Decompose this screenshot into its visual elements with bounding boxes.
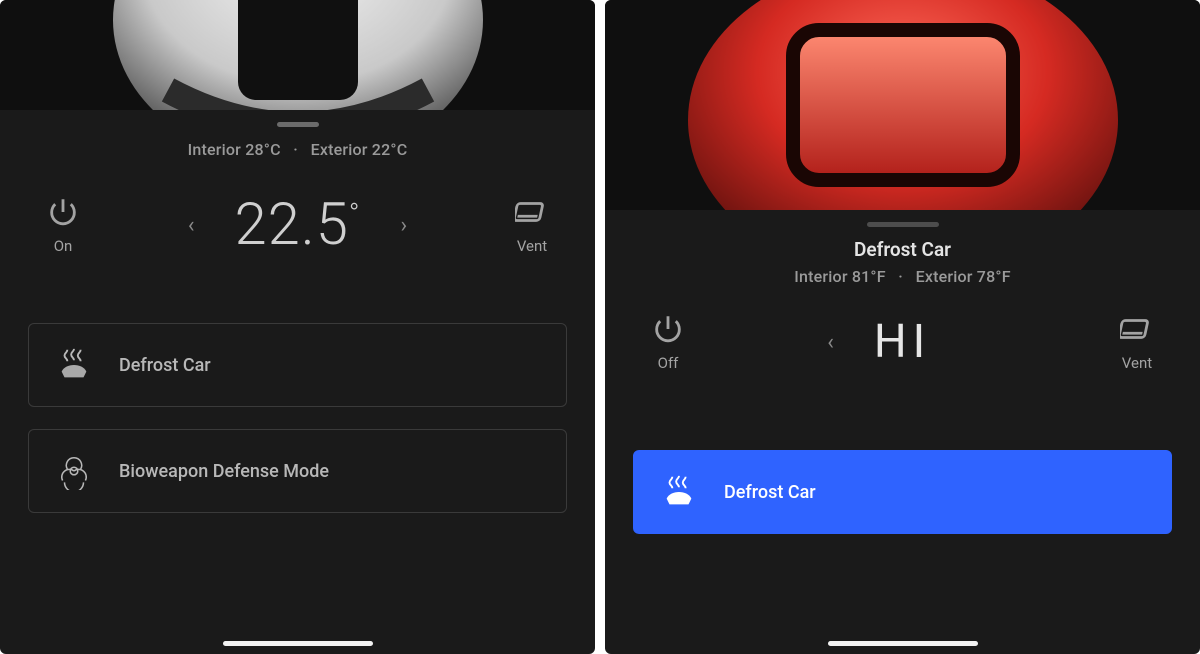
car-render-left (0, 0, 595, 110)
drag-handle[interactable] (277, 122, 319, 127)
interior-temp: Interior 81°F (794, 267, 886, 286)
power-button[interactable]: On (38, 195, 88, 255)
vent-button[interactable]: Vent (1112, 312, 1162, 372)
vent-button[interactable]: Vent (507, 195, 557, 255)
car-white-illustration (108, 0, 488, 110)
bioweapon-defense-button[interactable]: Bioweapon Defense Mode (28, 429, 567, 513)
temp-decrease-button[interactable]: ‹ (178, 207, 205, 244)
vent-label: Vent (1122, 354, 1152, 372)
setpoint-value: 22.5° (235, 196, 361, 254)
temperature-readout: Interior 28°C · Exterior 22°C (28, 140, 567, 159)
climate-panel-left: Interior 28°C · Exterior 22°C On ‹ 22.5°… (0, 140, 595, 654)
home-indicator[interactable] (223, 641, 373, 646)
exterior-temp: Exterior 22°C (311, 140, 408, 159)
temperature-stepper: ‹ HI › (817, 315, 988, 369)
defrost-car-button-active[interactable]: Defrost Car (633, 450, 1172, 534)
climate-controls-row: On ‹ 22.5° › Vent (28, 195, 567, 255)
panel-title: Defrost Car (633, 238, 1172, 261)
temperature-readout: Interior 81°F · Exterior 78°F (633, 267, 1172, 286)
vent-label: Vent (517, 237, 547, 255)
climate-panel-right: Defrost Car Interior 81°F · Exterior 78°… (605, 238, 1200, 654)
interior-temp: Interior 28°C (188, 140, 281, 159)
defrost-icon (660, 473, 698, 511)
temp-decrease-button[interactable]: ‹ (817, 324, 844, 361)
power-label: Off (658, 354, 679, 372)
power-icon (651, 312, 685, 346)
vent-icon (515, 195, 549, 229)
temperature-stepper: ‹ 22.5° › (178, 196, 417, 254)
separator-dot: · (285, 140, 306, 159)
bioweapon-label: Bioweapon Defense Mode (119, 461, 329, 482)
power-label: On (54, 237, 73, 255)
defrost-icon (55, 346, 93, 384)
temp-increase-button[interactable]: › (391, 207, 418, 244)
defrost-car-button[interactable]: Defrost Car (28, 323, 567, 407)
separator-dot: · (890, 267, 911, 286)
phone-right: Defrost Car Interior 81°F · Exterior 78°… (605, 0, 1200, 654)
home-indicator[interactable] (828, 641, 978, 646)
defrost-label: Defrost Car (724, 482, 816, 503)
exterior-temp: Exterior 78°F (916, 267, 1011, 286)
setpoint-value: HI (874, 315, 931, 369)
car-render-right (605, 0, 1200, 210)
vent-icon (1120, 312, 1154, 346)
car-red-illustration (683, 0, 1123, 210)
climate-controls-row: Off ‹ HI › Vent (633, 312, 1172, 372)
phone-left: Interior 28°C · Exterior 22°C On ‹ 22.5°… (0, 0, 595, 654)
drag-handle[interactable] (867, 222, 939, 227)
power-button[interactable]: Off (643, 312, 693, 372)
defrost-label: Defrost Car (119, 355, 211, 376)
biohazard-icon (55, 452, 93, 490)
power-icon (46, 195, 80, 229)
